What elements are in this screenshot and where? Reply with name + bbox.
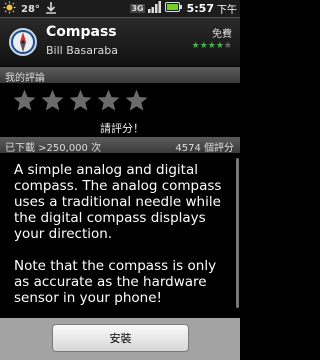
- rating-star-icon[interactable]: [40, 88, 65, 113]
- status-bar: 28° 3G 5:57 下午: [0, 0, 240, 18]
- app-description: A simple analog and digital compass. The…: [14, 162, 232, 322]
- my-review-header: 我的評論: [0, 67, 240, 84]
- install-button[interactable]: 安裝: [52, 324, 189, 352]
- rating-star-icon[interactable]: [68, 88, 93, 113]
- star-icon: ★: [223, 41, 232, 51]
- user-rating-stars[interactable]: [12, 88, 149, 113]
- app-author: Bill Basaraba: [46, 44, 118, 57]
- star-icon: ★: [207, 41, 216, 51]
- stats-header: 已下載 >250,000 次 4574 個評分: [0, 137, 240, 154]
- clock-ampm: 下午: [217, 5, 237, 16]
- scrollbar[interactable]: [236, 158, 239, 308]
- bottom-action-bar: 安裝: [0, 318, 240, 360]
- my-review-label: 我的評論: [5, 73, 45, 84]
- rating-star-icon[interactable]: [12, 88, 37, 113]
- description-paragraph: Note that the compass is only as accurat…: [14, 258, 217, 306]
- app-price: 免費: [212, 29, 232, 40]
- star-icon: ★: [215, 41, 224, 51]
- rate-prompt: 請評分！: [100, 122, 144, 135]
- rating-count: 4574 個評分: [175, 143, 234, 154]
- battery-icon: [164, 1, 182, 16]
- temperature-text: 28°: [21, 3, 40, 15]
- star-icon: ★: [191, 41, 200, 51]
- clock: 5:57: [186, 2, 214, 15]
- rating-star-icon[interactable]: [124, 88, 149, 113]
- download-count: 已下載 >250,000 次: [5, 143, 102, 154]
- description-paragraph: A simple analog and digital compass. The…: [14, 162, 222, 242]
- weather-sun-icon: [3, 1, 16, 17]
- rating-area: 請評分！: [0, 84, 240, 136]
- rating-star-icon[interactable]: [96, 88, 121, 113]
- download-icon: [45, 1, 57, 17]
- app-header: Compass Bill Basaraba 免費 ★ ★ ★ ★ ★: [0, 18, 240, 66]
- app-title: Compass: [46, 24, 117, 40]
- star-icon: ★: [199, 41, 208, 51]
- compass-icon: [8, 24, 38, 60]
- signal-icon: [147, 1, 162, 16]
- app-rating-stars: ★ ★ ★ ★ ★: [192, 42, 232, 51]
- network-3g-icon: 3G: [130, 4, 145, 13]
